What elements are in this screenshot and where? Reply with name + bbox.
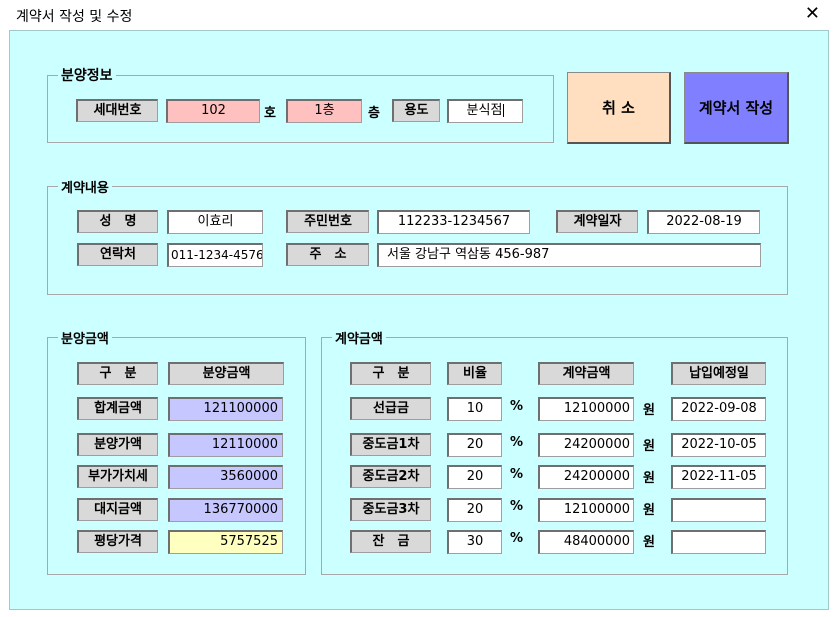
- contract-row-due[interactable]: [671, 498, 766, 522]
- sale-row-value[interactable]: 12110000: [168, 433, 283, 457]
- sale-amount-legend: 분양금액: [61, 332, 109, 347]
- contract-col-due-date: 납입예정일: [671, 362, 766, 385]
- sale-row-label: 대지금액: [77, 498, 158, 521]
- percent-sign: %: [510, 531, 524, 546]
- sale-row-value[interactable]: 121100000: [168, 397, 283, 421]
- contract-row-amount[interactable]: 48400000: [538, 530, 634, 554]
- percent-sign: %: [510, 499, 524, 514]
- contract-row-due[interactable]: 2022-10-05: [671, 433, 766, 457]
- floor-suffix: 층: [368, 106, 380, 121]
- sale-row-label: 합계금액: [77, 397, 158, 420]
- sale-info-legend: 분양정보: [61, 68, 113, 84]
- contract-row-due[interactable]: [671, 530, 766, 554]
- contract-row-label: 중도금1차: [350, 433, 431, 456]
- sale-row-label: 분양가액: [77, 433, 158, 456]
- contract-date-label: 계약일자: [556, 210, 638, 233]
- usage-value: 분식점: [466, 103, 503, 118]
- form-client-area: 분양정보 세대번호 102 호 1층 층 용도 분식점 취 소 계약서 작성 계…: [9, 30, 829, 610]
- address-field[interactable]: 서울 강남구 역삼동 456-987: [377, 243, 761, 267]
- won-suffix: 원: [643, 403, 655, 418]
- contract-col-amount: 계약금액: [538, 362, 634, 385]
- contract-row-due[interactable]: 2022-09-08: [671, 397, 766, 421]
- contract-row-due[interactable]: 2022-11-05: [671, 465, 766, 489]
- contract-row-amount[interactable]: 24200000: [538, 433, 634, 457]
- contract-row-ratio[interactable]: 20: [447, 433, 502, 457]
- contract-row-label: 선급금: [350, 397, 431, 420]
- unit-number-label: 세대번호: [76, 99, 158, 122]
- resident-number-label: 주민번호: [286, 210, 369, 233]
- close-icon[interactable]: ✕: [805, 3, 820, 24]
- usage-field[interactable]: 분식점: [447, 99, 523, 123]
- name-label: 성 명: [77, 210, 158, 233]
- contract-row-amount[interactable]: 12100000: [538, 498, 634, 522]
- sale-amount-col-category: 구 분: [77, 362, 158, 385]
- percent-sign: %: [510, 435, 524, 450]
- contract-amount-legend: 계약금액: [335, 332, 383, 347]
- ho-suffix: 호: [264, 106, 276, 121]
- sale-row-value[interactable]: 5757525: [168, 530, 283, 554]
- contract-info-legend: 계약내용: [61, 181, 109, 196]
- sale-amount-col-amount: 분양금액: [168, 362, 284, 385]
- resident-number-field[interactable]: 112233-1234567: [377, 210, 530, 234]
- contract-row-label: 중도금2차: [350, 465, 431, 488]
- contract-row-ratio[interactable]: 10: [447, 397, 502, 421]
- contract-info-group: 계약내용: [47, 177, 788, 295]
- sale-row-value[interactable]: 136770000: [168, 498, 283, 522]
- usage-label: 용도: [392, 99, 440, 122]
- phone-field[interactable]: 011-1234-4576: [167, 243, 263, 267]
- contract-row-amount[interactable]: 12100000: [538, 397, 634, 421]
- floor-field[interactable]: 1층: [286, 99, 362, 123]
- percent-sign: %: [510, 467, 524, 482]
- sale-row-label: 평당가격: [77, 530, 158, 553]
- phone-label: 연락처: [77, 243, 158, 266]
- text-cursor: [503, 104, 505, 117]
- name-field[interactable]: 이효리: [167, 210, 263, 234]
- won-suffix: 원: [643, 535, 655, 550]
- cancel-button[interactable]: 취 소: [567, 72, 671, 144]
- contract-row-ratio[interactable]: 20: [447, 498, 502, 522]
- won-suffix: 원: [643, 439, 655, 454]
- contract-row-label: 잔 금: [350, 530, 431, 553]
- contract-row-amount[interactable]: 24200000: [538, 465, 634, 489]
- contract-row-label: 중도금3차: [350, 498, 431, 521]
- sale-row-label: 부가가치세: [77, 465, 158, 488]
- sale-row-value[interactable]: 3560000: [168, 465, 283, 489]
- window-title: 계약서 작성 및 수정: [16, 9, 133, 25]
- title-bar: 계약서 작성 및 수정 ✕: [0, 0, 836, 30]
- contract-row-ratio[interactable]: 30: [447, 530, 502, 554]
- address-label: 주 소: [286, 243, 369, 266]
- won-suffix: 원: [643, 503, 655, 518]
- percent-sign: %: [510, 399, 524, 414]
- contract-row-ratio[interactable]: 20: [447, 465, 502, 489]
- won-suffix: 원: [643, 471, 655, 486]
- contract-date-field[interactable]: 2022-08-19: [647, 210, 760, 234]
- create-contract-button[interactable]: 계약서 작성: [684, 72, 789, 144]
- contract-col-category: 구 분: [350, 362, 431, 385]
- unit-number-field[interactable]: 102: [166, 99, 260, 123]
- contract-col-ratio: 비율: [447, 362, 502, 385]
